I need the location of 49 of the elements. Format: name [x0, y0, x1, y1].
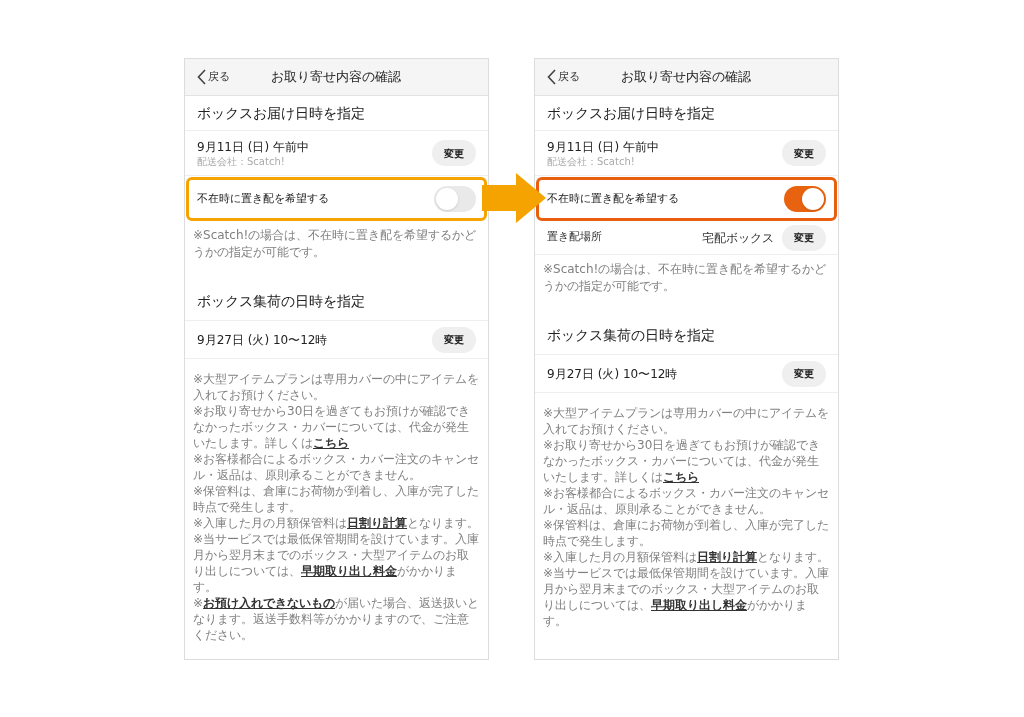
section-heading: ボックスお届け日時を指定 — [535, 96, 838, 131]
option-label: 不在時に置き配を希望する — [197, 190, 329, 207]
notice-text: ※お客様都合によるボックス・カバー注文のキャンセル・返品は、原則承ることができません。 — [543, 485, 830, 517]
notice-link[interactable]: 日割り計算 — [697, 550, 758, 564]
note-text: ※Scatch!の場合は、不在時に置き配を希望するかどうかの指定が可能です。 — [542, 261, 828, 295]
notice-text: ※当サービスでは最低保管期間を設けています。入庫月から翌月末までのボックス・大型アイテムのお取り出しについては、早期取り出し料金がかかります。 — [543, 565, 830, 629]
notice-link[interactable]: 日割り計算 — [347, 516, 408, 530]
option-label: 不在時に置き配を希望する — [547, 190, 679, 207]
back-chevron-icon — [547, 69, 556, 85]
carrier-text: 配送会社：Scatch! — [547, 154, 636, 168]
notice-link[interactable]: こちら — [663, 470, 699, 484]
change-button[interactable]: 変更 — [432, 326, 476, 353]
screen-title: お取り寄せ内容の確認 — [271, 68, 401, 87]
note-text: ※Scatch!の場合は、不在時に置き配を希望するかどうかの指定が可能です。 — [192, 227, 478, 261]
toggle-switch[interactable] — [784, 186, 826, 212]
section-heading: ボックス集荷の日時を指定 — [185, 283, 488, 321]
change-button[interactable]: 変更 — [782, 360, 826, 387]
carrier-text: 配送会社：Scatch! — [197, 154, 286, 168]
screen-title: お取り寄せ内容の確認 — [621, 68, 751, 87]
notice-link[interactable]: 早期取り出し料金 — [301, 564, 397, 578]
section-heading: ボックスお届け日時を指定 — [185, 96, 488, 131]
notice-text: ※入庫した月の月額保管料は日割り計算となります。 — [543, 549, 830, 565]
toggle-switch[interactable] — [434, 186, 476, 212]
change-button[interactable]: 変更 — [782, 224, 826, 251]
notice-text: ※保管料は、倉庫にお荷物が到着し、入庫が完了した時点で発生します。 — [193, 483, 480, 515]
back-button[interactable]: 戻る — [197, 68, 230, 86]
notice-link[interactable]: お預け入れできないもの — [203, 596, 336, 610]
notice-text: ※お取り寄せから30日を過ぎてもお預けが確認できなかったボックス・カバーについては、代金が発生いたします。詳しくはこちら — [193, 403, 472, 451]
section-heading: ボックス集荷の日時を指定 — [535, 317, 838, 355]
notice-link[interactable]: こちら — [313, 436, 349, 450]
notice-text: ※入庫した月の月額保管料は日割り計算となります。 — [193, 515, 480, 531]
place-value: 宅配ボックス — [702, 229, 774, 247]
notice-text: ※お客様都合によるボックス・カバー注文のキャンセル・返品は、原則承ることができません。 — [193, 451, 480, 483]
notice-text: ※大型アイテムプランは専用カバーの中にアイテムを入れてお預けください。 — [543, 405, 830, 437]
delivery-date: 9月11日 (日) 午前中 — [547, 138, 659, 155]
notice-link[interactable]: 早期取り出し料金 — [651, 598, 747, 612]
back-button[interactable]: 戻る — [547, 68, 580, 86]
notice-text: ※お預け入れできないものが届いた場合、返送扱いとなります。返送手数料等がかかりますので、ご注意ください。 — [193, 595, 480, 643]
notice-text: ※お取り寄せから30日を過ぎてもお預けが確認できなかったボックス・カバーについては、代金が発生いたします。詳しくはこちら — [543, 437, 822, 485]
change-button[interactable]: 変更 — [432, 140, 476, 166]
pickup-date: 9月27日 (火) 10〜12時 — [197, 331, 328, 349]
notice-text: ※保管料は、倉庫にお荷物が到着し、入庫が完了した時点で発生します。 — [543, 517, 830, 549]
place-label: 置き配場所 — [547, 229, 603, 246]
notice-text: ※大型アイテムプランは専用カバーの中にアイテムを入れてお預けください。 — [193, 371, 480, 403]
delivery-date: 9月11日 (日) 午前中 — [197, 138, 309, 155]
pickup-date: 9月27日 (火) 10〜12時 — [547, 365, 678, 383]
back-chevron-icon — [197, 69, 206, 85]
change-button[interactable]: 変更 — [782, 140, 826, 166]
notice-text: ※当サービスでは最低保管期間を設けています。入庫月から翌月末までのボックス・大型アイテムのお取り出しについては、早期取り出し料金がかかります。 — [193, 531, 480, 595]
